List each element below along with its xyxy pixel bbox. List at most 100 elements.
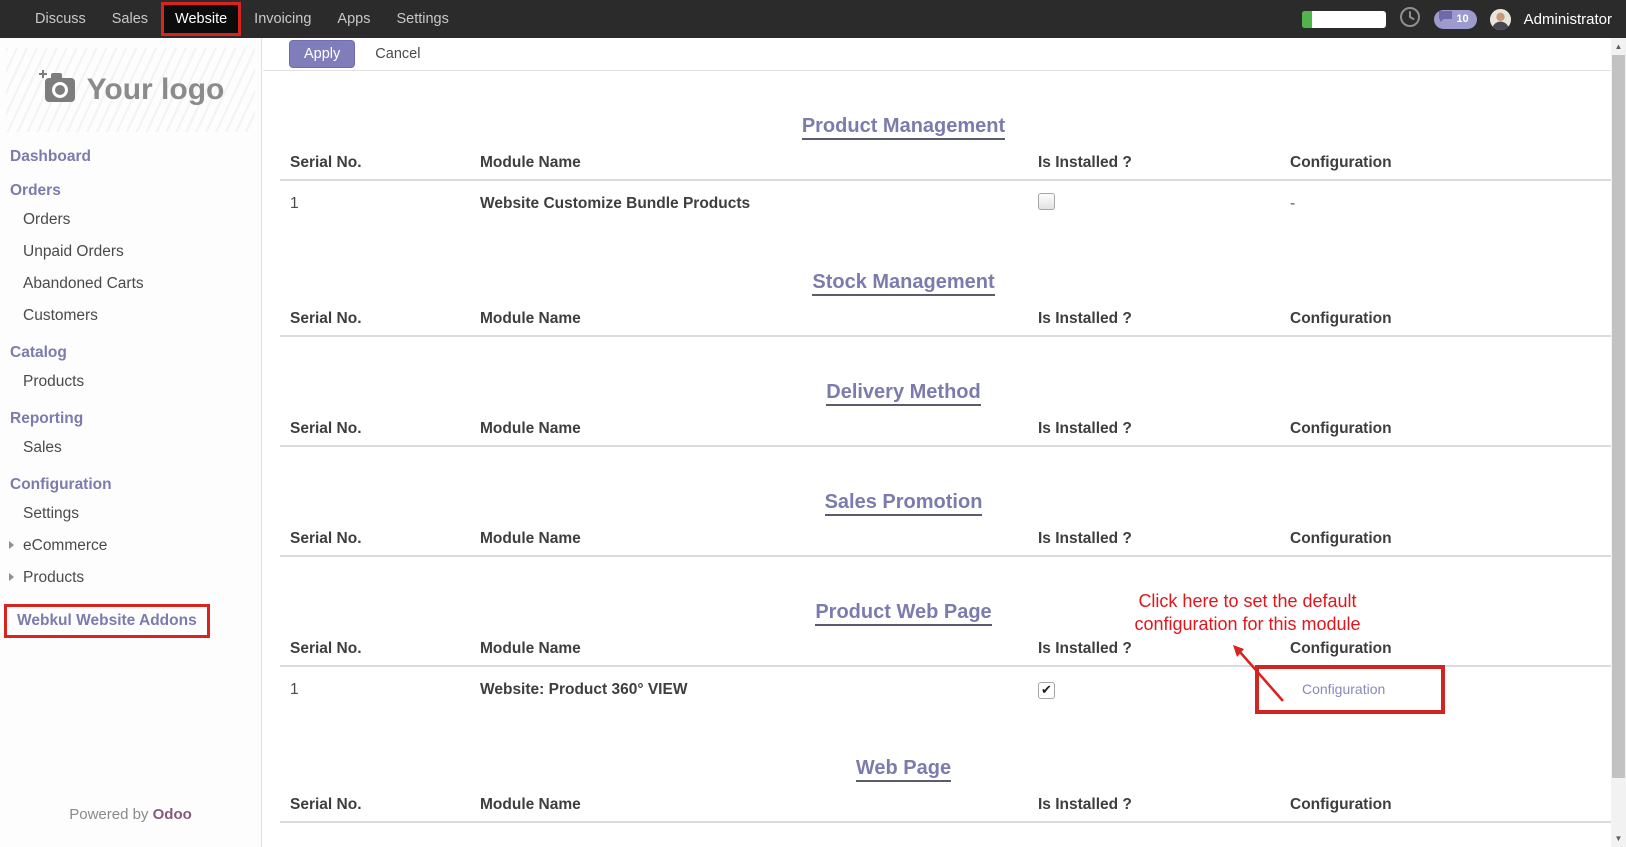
column-header-configuration: Configuration <box>1280 530 1611 548</box>
messages-count: 10 <box>1456 13 1468 25</box>
column-header-module-name: Module Name <box>470 530 1028 548</box>
logo-text: Your logo <box>87 73 225 107</box>
column-header-configuration: Configuration <box>1280 310 1611 328</box>
column-header-serial-no: Serial No. <box>280 530 470 548</box>
column-header-is-installed: Is Installed ? <box>1028 310 1280 328</box>
messages-button[interactable]: 10 <box>1434 10 1476 29</box>
username[interactable]: Administrator <box>1524 11 1612 28</box>
table-header: Serial No.Module NameIs Installed ?Confi… <box>280 420 1611 447</box>
column-header-module-name: Module Name <box>470 640 1028 658</box>
avatar[interactable] <box>1490 9 1511 30</box>
sidebar-heading-webkul-website-addons[interactable]: Webkul Website Addons <box>4 604 210 638</box>
powered-by: Powered by Odoo <box>0 806 261 823</box>
section-title: Sales Promotion <box>280 491 1527 514</box>
configuration-empty: - <box>1290 195 1295 212</box>
configuration-link-wrap: Configuration <box>1302 681 1385 699</box>
serial-cell: 1 <box>280 195 470 213</box>
section-product-web-page: Product Web PageClick here to set the de… <box>280 557 1611 713</box>
sidebar-item-products[interactable]: Products <box>0 562 261 594</box>
column-header-configuration: Configuration <box>1280 154 1611 172</box>
menu-item-invoicing[interactable]: Invoicing <box>241 2 324 36</box>
section-title: Product Management <box>280 115 1527 138</box>
column-header-module-name: Module Name <box>470 310 1028 328</box>
sidebar-item-ecommerce[interactable]: eCommerce <box>0 530 261 562</box>
section-title-text: Product Management <box>802 115 1005 140</box>
sidebar-menu: DashboardOrdersOrdersUnpaid OrdersAbando… <box>0 136 261 638</box>
configuration-link[interactable]: Configuration <box>1302 681 1385 697</box>
table-row: 1Website: Product 360° VIEWConfiguration <box>280 667 1611 713</box>
sidebar-item-unpaid-orders[interactable]: Unpaid Orders <box>0 236 261 268</box>
section-title-text: Sales Promotion <box>825 491 983 516</box>
section-web-page: Web Page Serial No.Module NameIs Installe… <box>280 713 1611 823</box>
column-header-module-name: Module Name <box>470 154 1028 172</box>
module-sections: Product ManagementSerial No.Module NameI… <box>263 71 1611 823</box>
sidebar-item-orders[interactable]: Orders <box>0 204 261 236</box>
vertical-scrollbar[interactable]: ▲ ▼ <box>1611 38 1626 847</box>
table-header: Serial No.Module NameIs Installed ?Confi… <box>280 530 1611 557</box>
scroll-up-arrow[interactable]: ▲ <box>1611 38 1626 55</box>
section-stock-management: Stock Management Serial No.Module NameIs … <box>280 227 1611 337</box>
scrollbar-thumb[interactable] <box>1612 55 1625 778</box>
section-delivery-method: Delivery Method Serial No.Module NameIs I… <box>280 337 1611 447</box>
statusbar: Apply Cancel <box>263 38 1611 71</box>
sidebar-item-customers[interactable]: Customers <box>0 300 261 332</box>
column-header-configuration: Configuration <box>1280 640 1611 658</box>
column-header-serial-no: Serial No. <box>280 154 470 172</box>
scroll-down-arrow[interactable]: ▼ <box>1611 830 1626 847</box>
expand-arrow-icon <box>9 573 14 581</box>
section-title-text: Delivery Method <box>826 381 980 406</box>
annotation-text: Click here to set the defaultconfigurati… <box>1075 590 1420 636</box>
section-title-text: Stock Management <box>812 271 994 296</box>
column-header-serial-no: Serial No. <box>280 310 470 328</box>
section-sales-promotion: Sales Promotion Serial No.Module NameIs I… <box>280 447 1611 557</box>
apply-button[interactable]: Apply <box>289 40 355 68</box>
column-header-module-name: Module Name <box>470 420 1028 438</box>
sidebar-item-settings[interactable]: Settings <box>0 498 261 530</box>
section-title-text: Web Page <box>856 757 951 782</box>
column-header-is-installed: Is Installed ? <box>1028 154 1280 172</box>
configuration-cell: Configuration <box>1280 681 1611 699</box>
installed-checkbox[interactable] <box>1038 193 1055 210</box>
table-header: Serial No.Module NameIs Installed ?Confi… <box>280 154 1611 181</box>
menu-item-settings[interactable]: Settings <box>383 2 461 36</box>
column-header-module-name: Module Name <box>470 796 1028 814</box>
progress-fill <box>1302 11 1312 28</box>
odoo-link[interactable]: Odoo <box>153 806 192 823</box>
progress-widget[interactable] <box>1302 11 1386 28</box>
sidebar-heading-configuration: Configuration <box>0 464 261 498</box>
sidebar: Your logo DashboardOrdersOrdersUnpaid Or… <box>0 38 262 847</box>
sidebar-item-sales[interactable]: Sales <box>0 432 261 464</box>
column-header-serial-no: Serial No. <box>280 640 470 658</box>
column-header-is-installed: Is Installed ? <box>1028 530 1280 548</box>
camera-icon <box>37 68 77 112</box>
expand-arrow-icon <box>9 541 14 549</box>
section-title: Web Page <box>280 757 1527 780</box>
logo[interactable]: Your logo <box>6 48 255 132</box>
column-header-configuration: Configuration <box>1280 420 1611 438</box>
clock-icon[interactable] <box>1399 6 1421 33</box>
column-header-configuration: Configuration <box>1280 796 1611 814</box>
table-row: 1Website Customize Bundle Products - <box>280 181 1611 227</box>
powered-by-label: Powered by <box>69 806 148 823</box>
annotation-arrow <box>1225 641 1295 705</box>
module-name-cell: Website Customize Bundle Products <box>470 195 1028 213</box>
table-header: Serial No.Module NameIs Installed ?Confi… <box>280 310 1611 337</box>
sidebar-heading-reporting: Reporting <box>0 398 261 432</box>
installed-checkbox[interactable] <box>1038 682 1055 699</box>
menu-item-sales[interactable]: Sales <box>99 2 161 36</box>
section-product-management: Product Management Serial No.Module NameI… <box>280 71 1611 227</box>
sidebar-item-products[interactable]: Products <box>0 366 261 398</box>
installed-cell <box>1028 193 1280 215</box>
table-header: Serial No.Module NameIs Installed ?Confi… <box>280 796 1611 823</box>
menu-item-apps[interactable]: Apps <box>324 2 383 36</box>
sidebar-heading-dashboard: Dashboard <box>0 136 261 170</box>
serial-cell: 1 <box>280 681 470 699</box>
sidebar-item-abandoned-carts[interactable]: Abandoned Carts <box>0 268 261 300</box>
menu-item-discuss[interactable]: Discuss <box>22 2 99 36</box>
cancel-button[interactable]: Cancel <box>367 41 428 67</box>
menu-item-website[interactable]: Website <box>161 2 241 36</box>
column-header-serial-no: Serial No. <box>280 420 470 438</box>
configuration-cell: - <box>1280 195 1611 213</box>
column-header-is-installed: Is Installed ? <box>1028 420 1280 438</box>
sidebar-heading-orders: Orders <box>0 170 261 204</box>
